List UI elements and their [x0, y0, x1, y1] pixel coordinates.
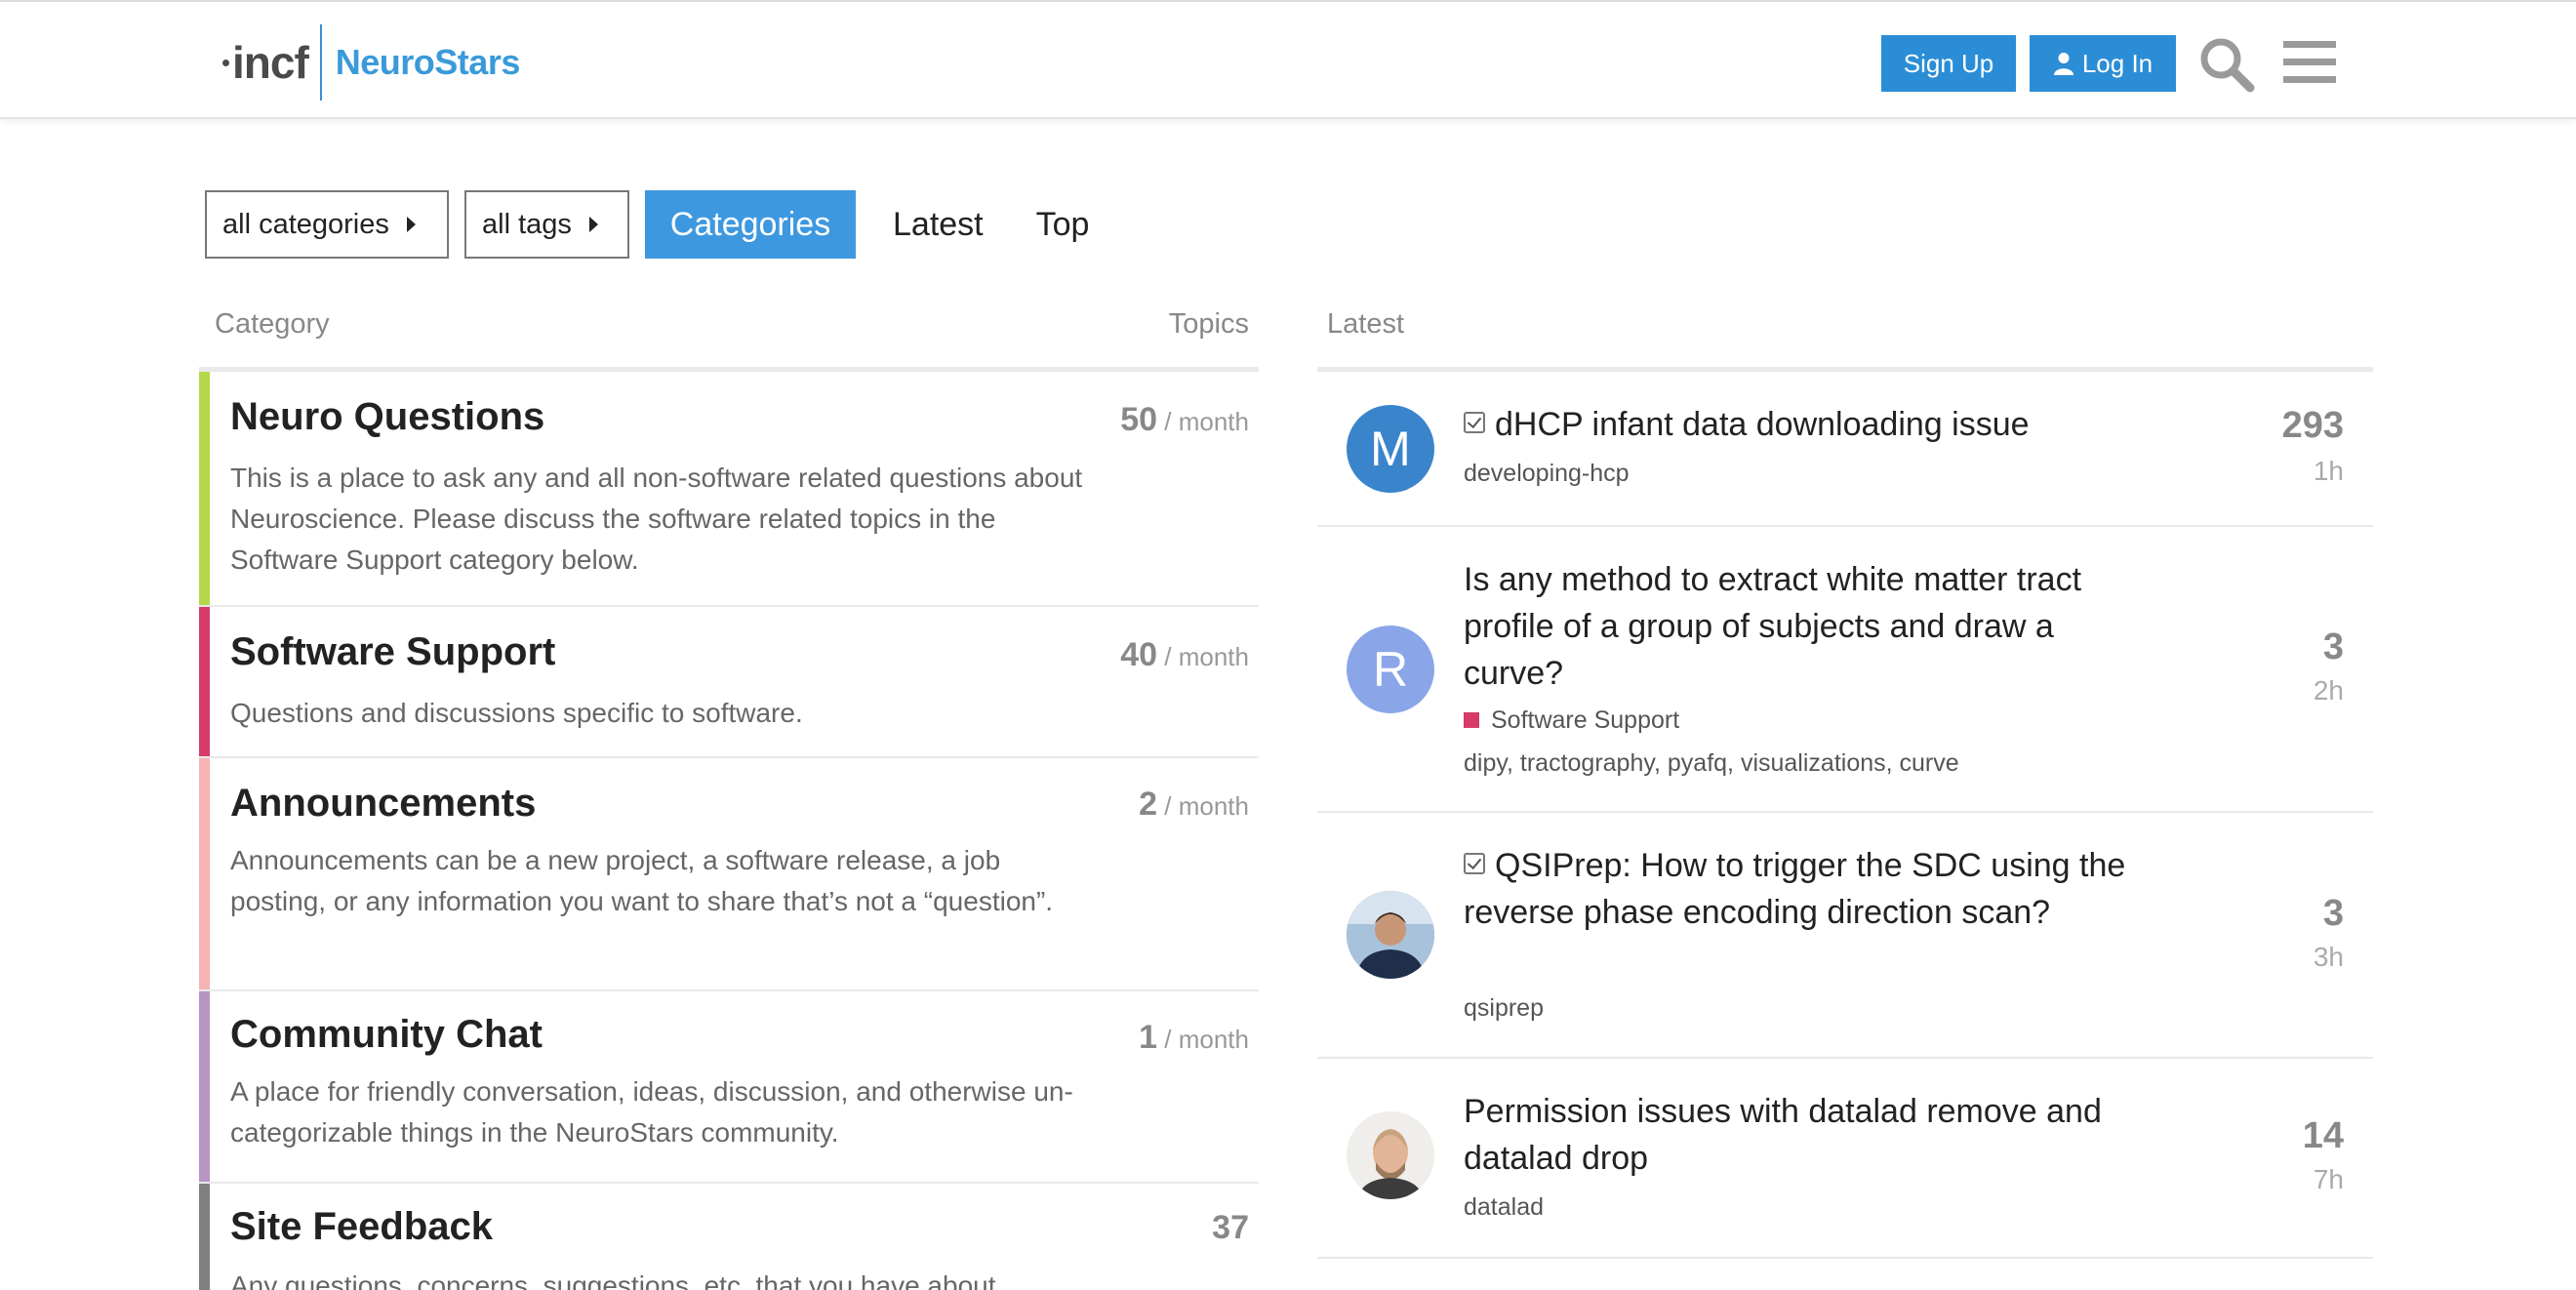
log-in-label: Log In — [2081, 48, 2153, 78]
topic-count-period: / month — [1164, 407, 1249, 436]
category-color-bar — [199, 758, 210, 989]
topic-activity-age[interactable]: 3h — [2314, 942, 2344, 973]
category-topic-count: 40 / month — [1120, 636, 1249, 674]
category-title[interactable]: Community Chat — [230, 1013, 543, 1057]
latest-topic-row[interactable]: M dHCP infant data downloading issue dev… — [1317, 372, 2373, 527]
avatar[interactable] — [1347, 891, 1434, 979]
category-color-square — [1464, 712, 1479, 728]
topic-tags[interactable]: dipy, tractography, pyafq, visualization… — [1464, 749, 1959, 778]
category-color-bar — [199, 607, 210, 756]
topic-count-value: 1 — [1139, 1019, 1158, 1056]
topic-category-name: Software Support — [1491, 706, 1680, 734]
tab-top[interactable]: Top — [1013, 190, 1113, 259]
topic-title-link[interactable]: Is any method to extract white matter tr… — [1464, 556, 2147, 697]
category-column-header: Category — [215, 308, 330, 340]
all-categories-dropdown[interactable]: all categories — [205, 190, 449, 259]
topic-count-value: 50 — [1120, 401, 1158, 438]
latest-column-header: Latest — [1327, 308, 1404, 340]
logo-divider — [319, 24, 322, 101]
avatar-letter: M — [1370, 422, 1411, 476]
topic-activity-age[interactable]: 1h — [2314, 456, 2344, 487]
category-title[interactable]: Site Feedback — [230, 1205, 493, 1249]
topic-count-period: / month — [1164, 642, 1249, 671]
user-photo-icon — [1347, 1111, 1434, 1199]
tab-latest[interactable]: Latest — [869, 190, 1013, 259]
category-color-bar — [199, 991, 210, 1182]
latest-topic-row[interactable]: QSIPrep: How to trigger the SDC using th… — [1317, 813, 2373, 1059]
topics-column-header: Topics — [1168, 308, 1249, 340]
site-logo[interactable]: incf NeuroStars — [222, 23, 520, 101]
site-header: incf NeuroStars Sign Up Log In — [0, 2, 2576, 119]
topic-activity-age[interactable]: 2h — [2314, 675, 2344, 706]
topic-title-link[interactable]: QSIPrep: How to trigger the SDC using th… — [1464, 842, 2147, 936]
topic-count-period: / month — [1164, 1025, 1249, 1054]
navigation-bar: all categories all tags Categories Lates… — [205, 189, 1112, 260]
avatar-letter: R — [1372, 642, 1409, 697]
category-topic-count: 1 / month — [1139, 1019, 1249, 1057]
topic-count-value: 40 — [1120, 636, 1158, 673]
logo-site-name: NeuroStars — [335, 42, 521, 82]
all-tags-dropdown[interactable]: all tags — [464, 190, 629, 259]
topic-title-link[interactable]: Permission issues with datalad remove an… — [1464, 1088, 2147, 1182]
solved-checkbox-icon — [1464, 412, 1485, 433]
topic-tags[interactable]: developing-hcp — [1464, 460, 1630, 488]
category-description: Any questions, concerns, suggestions, et… — [230, 1270, 996, 1290]
category-topic-count: 2 / month — [1139, 786, 1249, 824]
category-color-bar — [199, 372, 210, 605]
topic-tags[interactable]: datalad — [1464, 1193, 1544, 1222]
avatar[interactable]: R — [1347, 625, 1434, 713]
solved-checkbox-icon — [1464, 853, 1485, 874]
category-row-neuro-questions[interactable]: Neuro Questions This is a place to ask a… — [199, 372, 1259, 607]
category-title[interactable]: Neuro Questions — [230, 395, 544, 439]
categories-table-header: Category Topics — [215, 308, 1259, 347]
category-topic-count: 37 — [1212, 1209, 1249, 1247]
caret-right-icon — [588, 217, 598, 232]
topic-reply-count: 3 — [2322, 893, 2344, 934]
category-row-community-chat[interactable]: Community Chat A place for friendly conv… — [199, 991, 1259, 1184]
hamburger-menu-icon[interactable] — [2283, 39, 2336, 86]
user-icon — [2053, 53, 2073, 75]
topic-count-value: 2 — [1139, 786, 1158, 823]
topic-count-period: / month — [1164, 791, 1249, 821]
topic-title: QSIPrep: How to trigger the SDC using th… — [1464, 847, 2126, 931]
category-description: Questions and discussions specific to so… — [230, 698, 803, 728]
search-icon[interactable] — [2197, 35, 2256, 94]
topic-reply-count: 3 — [2322, 626, 2344, 667]
avatar[interactable]: M — [1347, 405, 1434, 493]
category-title[interactable]: Software Support — [230, 630, 555, 674]
topic-reply-count: 14 — [2302, 1115, 2344, 1156]
latest-topic-row[interactable]: Permission issues with datalad remove an… — [1317, 1059, 2373, 1259]
sign-up-label: Sign Up — [1903, 48, 1994, 78]
category-row-announcements[interactable]: Announcements Announcements can be a new… — [199, 758, 1259, 991]
topic-title: dHCP infant data downloading issue — [1495, 406, 2030, 443]
category-row-software-support[interactable]: Software Support Questions and discussio… — [199, 607, 1259, 758]
topic-title: Is any method to extract white matter tr… — [1464, 561, 2082, 692]
log-in-button[interactable]: Log In — [2030, 35, 2176, 92]
logo-incf-label: incf — [232, 37, 309, 88]
caret-right-icon — [406, 217, 416, 232]
latest-topic-row[interactable]: R Is any method to extract white matter … — [1317, 527, 2373, 813]
user-photo-icon — [1347, 891, 1434, 979]
topic-reply-count: 293 — [2281, 405, 2344, 446]
topic-title: Permission issues with datalad remove an… — [1464, 1093, 2102, 1177]
category-description: Announcements can be a new project, a so… — [230, 845, 1054, 916]
category-color-bar — [199, 1184, 210, 1290]
category-topic-count: 50 / month — [1120, 401, 1249, 439]
topic-tags[interactable]: qsiprep — [1464, 994, 1544, 1023]
topic-count-value: 37 — [1212, 1209, 1249, 1246]
topic-activity-age[interactable]: 7h — [2314, 1164, 2344, 1195]
logo-incf-text: incf — [222, 36, 309, 89]
topic-category-badge[interactable]: Software Support — [1464, 706, 1679, 735]
category-description: This is a place to ask any and all non-s… — [230, 463, 1083, 575]
all-categories-label: all categories — [222, 208, 389, 240]
avatar[interactable] — [1347, 1111, 1434, 1199]
category-row-site-feedback[interactable]: Site Feedback Any questions, concerns, s… — [199, 1184, 1259, 1290]
category-title[interactable]: Announcements — [230, 782, 536, 826]
tab-categories[interactable]: Categories — [645, 190, 856, 259]
logo-dot — [222, 60, 229, 66]
category-description: A place for friendly conversation, ideas… — [230, 1076, 1073, 1148]
sign-up-button[interactable]: Sign Up — [1881, 35, 2016, 92]
topic-title-link[interactable]: dHCP infant data downloading issue — [1464, 401, 2147, 448]
all-tags-label: all tags — [482, 208, 572, 240]
